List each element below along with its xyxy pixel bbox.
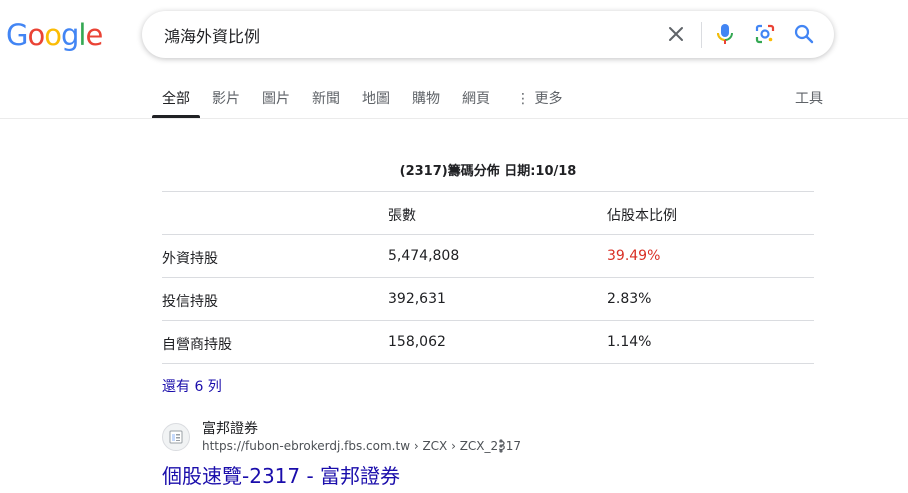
table-divider xyxy=(162,191,814,192)
site-favicon-icon[interactable] xyxy=(162,423,190,451)
search-box[interactable]: 鴻海外資比例 xyxy=(142,11,834,58)
tab-more[interactable]: ⋮ 更多 xyxy=(516,88,562,108)
result-url[interactable]: https://fubon-ebrokerdj.fbs.com.tw › ZCX… xyxy=(202,439,521,453)
microphone-icon[interactable] xyxy=(713,22,737,46)
search-icon[interactable] xyxy=(792,22,816,46)
tabs-divider xyxy=(0,118,908,119)
row-shares: 392,631 xyxy=(388,291,446,307)
column-header-ratio: 佔股本比例 xyxy=(607,208,677,224)
lens-icon[interactable] xyxy=(753,22,777,46)
tab-maps[interactable]: 地圖 xyxy=(362,88,390,108)
row-label: 外資持股 xyxy=(162,251,218,267)
tab-all[interactable]: 全部 xyxy=(162,88,190,108)
row-ratio: 1.14% xyxy=(607,334,652,350)
search-tabs: 全部 影片 圖片 新聞 地圖 購物 網頁 ⋮ 更多 工具 xyxy=(0,82,908,118)
tab-news[interactable]: 新聞 xyxy=(312,88,340,108)
search-input[interactable]: 鴻海外資比例 xyxy=(164,23,260,47)
tab-shopping[interactable]: 購物 xyxy=(412,88,440,108)
table-divider xyxy=(162,363,814,364)
row-label: 投信持股 xyxy=(162,294,218,310)
tab-videos[interactable]: 影片 xyxy=(212,88,240,108)
table-title: (2317)籌碼分佈 日期:10/18 xyxy=(399,164,577,179)
row-ratio: 39.49% xyxy=(607,248,661,264)
row-label: 自營商持股 xyxy=(162,337,232,353)
logo-letter: o xyxy=(27,18,45,52)
result-title-link[interactable]: 個股速覽-2317 - 富邦證券 xyxy=(162,460,400,489)
result-site-name[interactable]: 富邦證券 xyxy=(202,418,258,438)
row-shares: 5,474,808 xyxy=(388,248,460,264)
tab-web[interactable]: 網頁 xyxy=(462,88,490,108)
column-header-shares: 張數 xyxy=(388,208,416,224)
row-shares: 158,062 xyxy=(388,334,446,350)
search-divider xyxy=(701,22,702,48)
tab-images[interactable]: 圖片 xyxy=(262,88,290,108)
table-divider xyxy=(162,234,814,235)
table-divider xyxy=(162,320,814,321)
row-ratio: 2.83% xyxy=(607,291,652,307)
more-rows-link[interactable]: 還有 6 列 xyxy=(162,376,222,396)
tab-tools[interactable]: 工具 xyxy=(795,88,823,108)
table-divider xyxy=(162,277,814,278)
logo-letter: o xyxy=(44,18,62,52)
logo-letter: g xyxy=(60,18,79,52)
more-options-icon[interactable] xyxy=(494,438,508,454)
logo-letter: e xyxy=(85,18,103,52)
close-icon[interactable] xyxy=(664,22,688,46)
google-logo[interactable]: G o o g l e xyxy=(6,18,103,52)
logo-letter: G xyxy=(6,18,29,52)
logo-letter: l xyxy=(78,18,86,52)
